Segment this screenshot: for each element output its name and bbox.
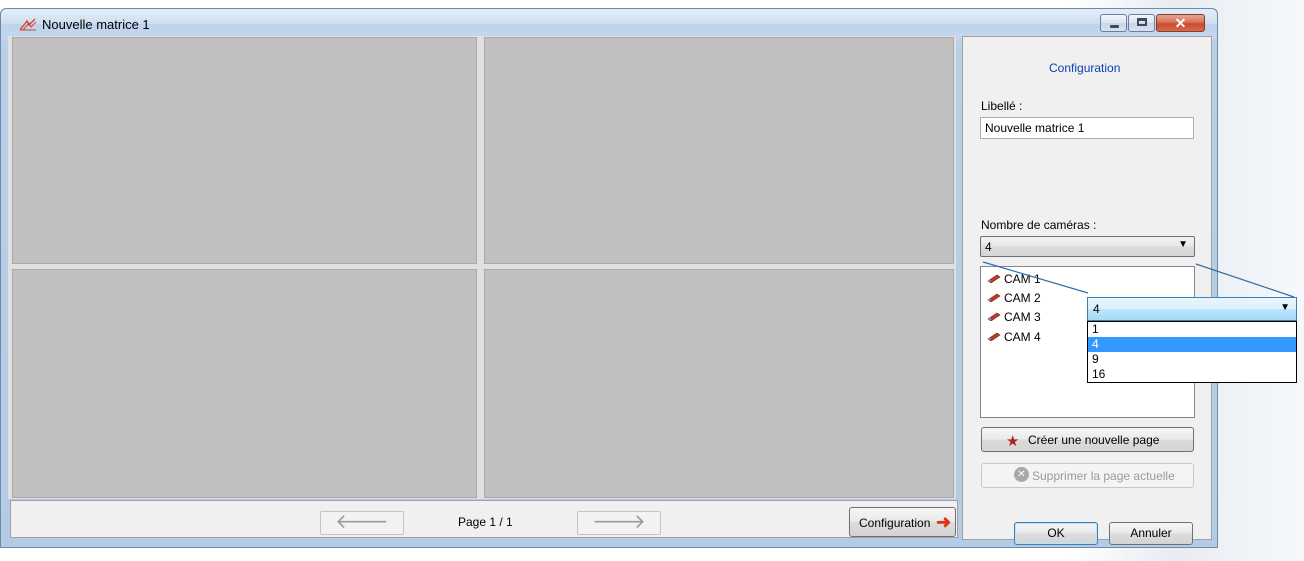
title-bar[interactable]: Nouvelle matrice 1 — [1, 9, 1217, 39]
create-page-label: Créer une nouvelle page — [1028, 433, 1160, 447]
matrix-app-icon — [19, 18, 37, 31]
video-cell[interactable] — [484, 37, 954, 264]
arrow-right-icon: ➜ — [936, 512, 952, 532]
camera-label: CAM 1 — [1004, 272, 1041, 286]
delete-page-label: Supprimer la page actuelle — [1032, 469, 1175, 483]
video-cell[interactable] — [12, 37, 477, 264]
libelle-input[interactable] — [980, 117, 1194, 139]
zoomed-camera-count-select[interactable]: 4 ▼ — [1087, 297, 1297, 321]
delete-icon: ✕ — [1014, 467, 1029, 482]
camera-icon — [987, 312, 1001, 321]
close-icon: ✕ — [1174, 15, 1187, 31]
camera-icon — [987, 293, 1001, 302]
arrow-right-icon: 🡒 — [592, 511, 646, 533]
window-title: Nouvelle matrice 1 — [42, 17, 150, 32]
camera-icon — [987, 332, 1001, 341]
libelle-label: Libellé : — [981, 99, 1023, 113]
ok-button[interactable]: OK — [1014, 522, 1098, 545]
chevron-down-icon: ▼ — [1280, 302, 1290, 313]
dropdown-option[interactable]: 16 — [1088, 367, 1296, 382]
dropdown-option-selected[interactable]: 4 — [1088, 337, 1296, 352]
camera-count-value: 4 — [985, 240, 992, 254]
camera-label: CAM 4 — [1004, 330, 1041, 344]
chevron-down-icon: ▼ — [1178, 239, 1188, 250]
star-icon: ★ — [1006, 433, 1020, 450]
create-page-button[interactable]: ★ Créer une nouvelle page — [981, 427, 1194, 452]
previous-page-button[interactable]: 🡐 — [320, 511, 404, 535]
delete-page-button[interactable]: ✕ Supprimer la page actuelle — [981, 463, 1194, 488]
video-cell[interactable] — [484, 269, 954, 498]
next-page-button[interactable]: 🡒 — [577, 511, 661, 535]
dropdown-options[interactable]: 1 4 9 16 — [1087, 321, 1297, 383]
camera-count-label: Nombre de caméras : — [981, 218, 1097, 232]
video-cell[interactable] — [12, 269, 477, 498]
dropdown-option[interactable]: 1 — [1088, 322, 1296, 337]
close-button[interactable]: ✕ — [1156, 14, 1205, 32]
minimize-icon — [1110, 25, 1119, 28]
dropdown-option[interactable]: 9 — [1088, 352, 1296, 367]
zoomed-select-value: 4 — [1093, 302, 1100, 316]
arrow-left-icon: 🡐 — [335, 511, 389, 533]
configuration-button-label: Configuration — [859, 516, 931, 530]
page-navigation-bar: 🡐 Page 1 / 1 🡒 Configuration ➜ — [10, 500, 958, 538]
maximize-button[interactable] — [1128, 14, 1155, 32]
cancel-button[interactable]: Annuler — [1109, 522, 1193, 545]
camera-icon — [987, 274, 1001, 283]
camera-count-select[interactable]: 4 ▼ — [980, 236, 1195, 257]
page-indicator: Page 1 / 1 — [458, 515, 513, 529]
camera-label: CAM 3 — [1004, 310, 1041, 324]
minimize-button[interactable] — [1100, 14, 1127, 32]
camera-label: CAM 2 — [1004, 291, 1041, 305]
panel-title: Configuration — [1049, 61, 1121, 75]
maximize-icon — [1137, 18, 1147, 26]
configuration-button[interactable]: Configuration ➜ — [849, 507, 956, 537]
